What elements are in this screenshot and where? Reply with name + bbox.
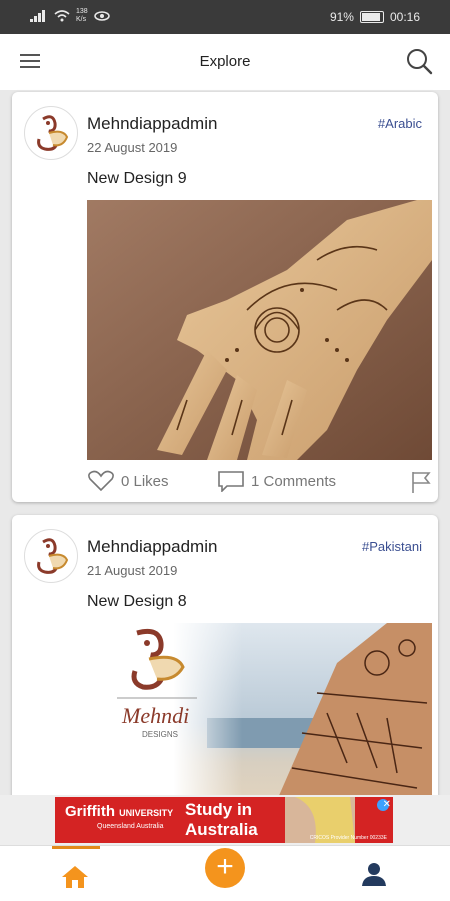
avatar[interactable] — [24, 106, 78, 160]
bottom-nav: + — [0, 845, 450, 901]
wifi-icon — [54, 10, 70, 22]
battery-percent: 91% — [329, 10, 354, 24]
peacock-logo-icon — [37, 115, 69, 151]
post-date: 22 August 2019 — [87, 140, 178, 155]
post-date: 21 August 2019 — [87, 563, 178, 578]
ad-fine-print: CRICOS Provider Number 00233E — [309, 835, 387, 841]
like-button[interactable]: 0 Likes — [87, 470, 169, 492]
post-username[interactable]: Mehndiappadmin — [87, 114, 217, 134]
henna-hand-image — [87, 200, 432, 460]
post-title: New Design 9 — [87, 170, 187, 187]
status-right: 91% 00:16 — [330, 10, 420, 24]
battery-icon — [359, 11, 384, 23]
post-card[interactable]: Mehndiappadmin 22 August 2019 #Arabic Ne… — [12, 92, 438, 502]
network-speed: 138 K/s — [76, 8, 88, 24]
ad-creative[interactable]: Griffith UNIVERSITY Queensland Australia… — [55, 797, 393, 843]
logo-subtext: DESIGNS — [142, 730, 178, 739]
post-card[interactable]: Mehndiappadmin 21 August 2019 #Pakistani… — [12, 515, 438, 815]
ad-headline: Study in Australia — [185, 800, 258, 840]
network-speed-unit: K/s — [76, 16, 87, 23]
network-speed-value: 138 — [76, 8, 88, 15]
app-bar: Explore — [0, 34, 450, 90]
likes-count: 0 Likes — [121, 472, 169, 490]
post-username[interactable]: Mehndiappadmin — [87, 537, 217, 557]
post-actions: 0 Likes 1 Comments — [87, 470, 432, 494]
eye-icon — [93, 11, 110, 21]
heart-icon — [88, 470, 114, 492]
ad-brand-name: Griffith — [65, 803, 115, 820]
ad-banner[interactable]: Griffith UNIVERSITY Queensland Australia… — [0, 795, 450, 845]
ad-headline-line1: Study in — [185, 800, 253, 819]
comment-button[interactable]: 1 Comments — [217, 470, 336, 492]
add-post-button[interactable]: + — [205, 848, 245, 888]
post-tag[interactable]: #Pakistani — [362, 539, 422, 554]
comment-icon — [218, 471, 244, 492]
avatar[interactable] — [24, 529, 78, 583]
home-active-indicator — [52, 846, 100, 849]
ad-brand-line2: UNIVERSITY — [119, 808, 174, 818]
post-image[interactable] — [87, 200, 432, 460]
post-title: New Design 8 — [87, 593, 187, 610]
post-tag[interactable]: #Arabic — [378, 116, 422, 131]
ad-brand: Griffith UNIVERSITY — [65, 803, 173, 820]
ad-brand-sub: Queensland Australia — [97, 823, 164, 830]
henna-arm-beach-image: Mehndi DESIGNS — [87, 623, 432, 815]
signal-icon — [30, 10, 48, 22]
ad-headline-line2: Australia — [185, 820, 258, 839]
status-left: 138 K/s — [30, 8, 110, 24]
status-bar: 138 K/s 91% 00:16 — [0, 0, 450, 34]
user-icon[interactable] — [360, 860, 388, 888]
flag-icon[interactable] — [410, 470, 432, 494]
logo-script-text: Mehndi — [121, 703, 189, 728]
post-image[interactable]: Mehndi DESIGNS — [87, 623, 432, 815]
ad-close-icon[interactable]: ✕ — [383, 799, 391, 810]
peacock-logo-icon — [37, 538, 69, 574]
comments-count: 1 Comments — [251, 472, 337, 490]
search-icon[interactable] — [404, 46, 434, 76]
home-icon[interactable] — [60, 864, 90, 890]
clock: 00:16 — [389, 10, 420, 24]
page-title: Explore — [199, 53, 251, 70]
